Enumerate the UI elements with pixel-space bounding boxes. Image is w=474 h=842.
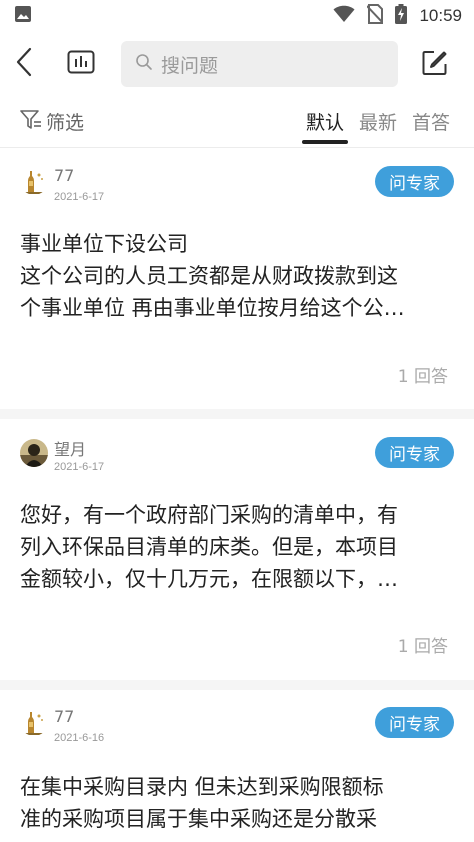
question-line: 列入环保品目清单的床类。但是，本项目: [20, 535, 398, 559]
post-date: 2021-6-16: [54, 732, 105, 744]
tab-default[interactable]: 默认: [306, 108, 344, 135]
active-tab-indicator: [302, 140, 348, 144]
battery-charging-icon: [395, 4, 408, 28]
question-line: 这个公司的人员工资都是从财政拨款到这: [20, 264, 398, 288]
search-placeholder: 搜问题: [161, 54, 219, 77]
question-line: 您好，有一个政府部门采购的清单中，有: [20, 503, 398, 527]
chart-button[interactable]: [64, 48, 98, 80]
question-line: 准的采购项目属于集中采购还是分散采: [20, 807, 377, 831]
top-bar: 搜问题: [0, 34, 474, 94]
question-line: 金额较小，仅十几万元，在限额以下，…: [20, 567, 398, 591]
ask-expert-button[interactable]: 问专家: [375, 707, 454, 738]
filter-icon: [20, 109, 42, 135]
avatar[interactable]: [20, 439, 48, 467]
tab-latest[interactable]: 最新: [359, 108, 397, 135]
no-sim-icon: [366, 4, 385, 28]
question-text[interactable]: 您好，有一个政府部门采购的清单中，有 列入环保品目清单的床类。但是，本项目 金额…: [20, 499, 454, 595]
bar-chart-icon: [67, 50, 95, 78]
ask-expert-button[interactable]: 问专家: [375, 166, 454, 197]
post-date: 2021-6-17: [54, 461, 105, 473]
ask-expert-button[interactable]: 问专家: [375, 437, 454, 468]
status-time: 10:59: [419, 6, 462, 25]
question-card[interactable]: 77 2021-6-17 问专家 事业单位下设公司 这个公司的人员工资都是从财政…: [0, 149, 474, 409]
avatar[interactable]: [20, 167, 48, 195]
filter-button[interactable]: 筛选: [20, 108, 84, 135]
tab-first-answer[interactable]: 首答: [412, 108, 450, 135]
post-date: 2021-6-17: [54, 191, 105, 203]
wifi-icon: [333, 5, 355, 27]
card-divider: [0, 409, 474, 419]
question-feed: 77 2021-6-17 问专家 事业单位下设公司 这个公司的人员工资都是从财政…: [0, 149, 474, 842]
filter-label: 筛选: [46, 112, 85, 134]
username: 望月: [54, 440, 87, 459]
question-text[interactable]: 在集中采购目录内 但未达到采购限额标 准的采购项目属于集中采购还是分散采: [20, 771, 454, 835]
answer-count[interactable]: 1 回答: [398, 632, 448, 657]
search-input[interactable]: 搜问题: [121, 41, 398, 87]
chevron-left-icon: [14, 47, 34, 81]
question-line: 事业单位下设公司: [20, 232, 188, 256]
username: 77: [54, 166, 75, 185]
question-line: 个事业单位 再由事业单位按月给这个公…: [20, 296, 405, 320]
image-icon: [14, 5, 32, 27]
back-button[interactable]: [10, 46, 38, 82]
question-card[interactable]: 望月 2021-6-17 问专家 您好，有一个政府部门采购的清单中，有 列入环保…: [0, 419, 474, 680]
ask-question-button[interactable]: [418, 48, 452, 82]
card-divider: [0, 680, 474, 690]
search-icon: [135, 53, 153, 75]
status-bar: 10:59: [0, 0, 474, 32]
question-card[interactable]: 77 2021-6-16 问专家 在集中采购目录内 但未达到采购限额标 准的采购…: [0, 690, 474, 842]
question-text[interactable]: 事业单位下设公司 这个公司的人员工资都是从财政拨款到这 个事业单位 再由事业单位…: [20, 228, 454, 324]
edit-icon: [422, 50, 448, 80]
question-line: 在集中采购目录内 但未达到采购限额标: [20, 775, 384, 799]
answer-count[interactable]: 1 回答: [398, 362, 448, 387]
filter-bar: 筛选 默认 最新 首答: [0, 96, 474, 148]
username: 77: [54, 707, 75, 726]
avatar[interactable]: [20, 708, 48, 736]
